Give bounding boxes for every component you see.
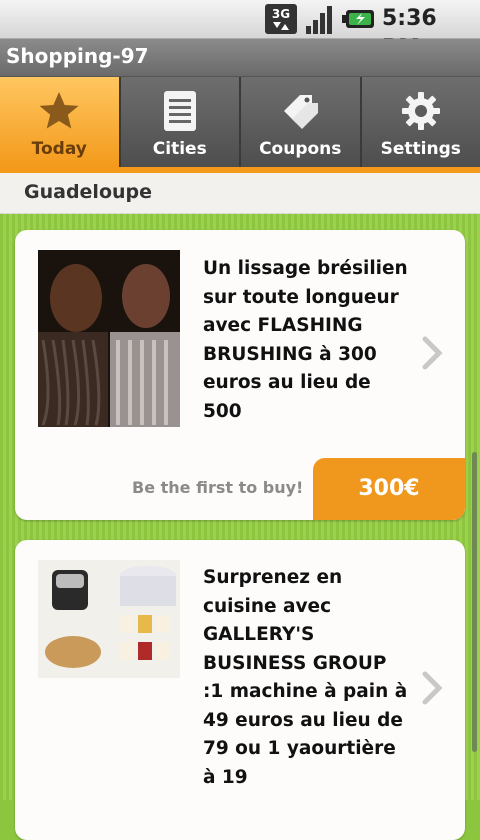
- tab-bar: Today Cities Coupons: [0, 77, 480, 167]
- chevron-right-icon[interactable]: [421, 335, 443, 371]
- signal-icon: [304, 4, 336, 34]
- deal-description: Un lissage brésilien sur toute longueur …: [203, 255, 413, 426]
- tab-label: Cities: [121, 139, 240, 159]
- status-bar: 3G 5:36 PM: [0, 0, 480, 39]
- tab-coupons[interactable]: Coupons: [241, 77, 362, 167]
- location-bar[interactable]: Guadeloupe: [0, 173, 480, 214]
- deal-image-kitchen[interactable]: [38, 560, 180, 678]
- list-icon: [158, 89, 202, 133]
- tab-label: Settings: [362, 139, 480, 159]
- tag-icon: [278, 89, 322, 133]
- tab-label: Today: [0, 139, 119, 159]
- tab-today[interactable]: Today: [0, 77, 121, 167]
- deal-card[interactable]: Un lissage brésilien sur toute longueur …: [15, 230, 465, 520]
- tab-cities[interactable]: Cities: [121, 77, 242, 167]
- gear-icon: [399, 89, 443, 133]
- star-icon: [37, 89, 81, 133]
- tab-settings[interactable]: Settings: [362, 77, 480, 167]
- app-title: Shopping-97: [6, 44, 149, 68]
- tab-label: Coupons: [241, 139, 360, 159]
- deal-image-hair[interactable]: [38, 250, 180, 427]
- deal-card[interactable]: Surprenez en cuisine avec GALLERY'S BUSI…: [15, 540, 465, 840]
- buy-prompt: Be the first to buy!: [132, 478, 303, 497]
- battery-charging-icon: [342, 4, 376, 34]
- chevron-right-icon[interactable]: [421, 670, 443, 706]
- title-bar: Shopping-97: [0, 39, 480, 77]
- network-3g-icon: 3G: [265, 4, 297, 34]
- location-label: Guadeloupe: [24, 181, 152, 203]
- price-badge[interactable]: 300€: [313, 458, 465, 520]
- deal-description: Surprenez en cuisine avec GALLERY'S BUSI…: [203, 564, 413, 792]
- scrollbar[interactable]: [472, 452, 477, 752]
- svg-text:3G: 3G: [272, 7, 290, 21]
